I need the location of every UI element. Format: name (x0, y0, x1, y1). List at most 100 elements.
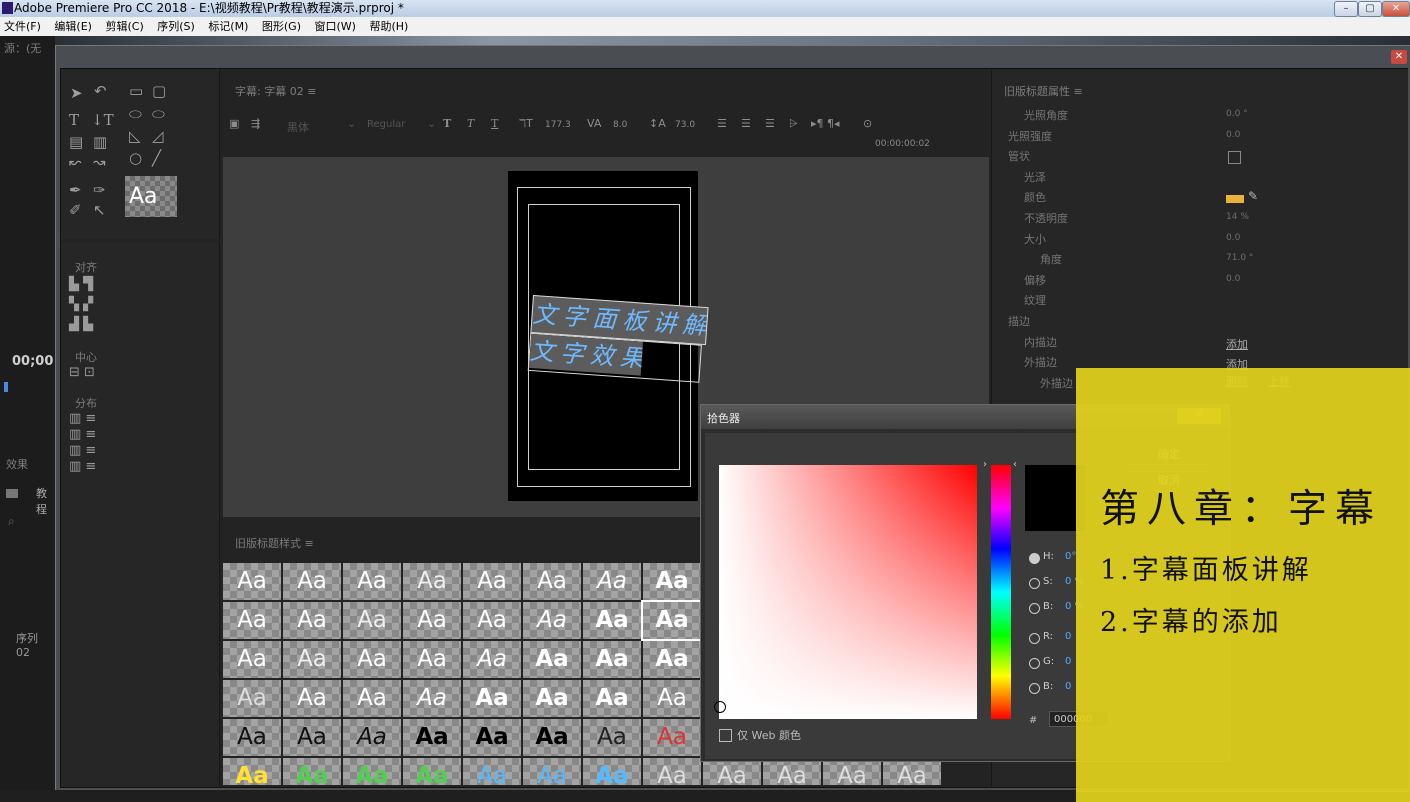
kerning-value[interactable]: 8.0 (613, 120, 627, 130)
playhead-icon[interactable] (4, 382, 8, 392)
paragraph-icon[interactable]: ▸¶ ¶◂ (811, 117, 840, 130)
property-value[interactable]: 0.0 (1226, 274, 1240, 284)
channel-value[interactable]: 0 (1065, 656, 1071, 667)
align-center-icon[interactable]: ☰ (741, 117, 751, 130)
channel-radio[interactable] (1029, 578, 1040, 589)
title-style-swatch[interactable]: Aa (583, 563, 641, 600)
font-dropdown-icon[interactable]: ⌄ (347, 117, 356, 130)
line-tool-icon[interactable]: ╱ (152, 149, 161, 167)
title-style-swatch[interactable]: Aa (883, 758, 941, 785)
text-line-2[interactable]: 文字效果 (528, 333, 644, 376)
align-buttons[interactable]: ▙ ▜ ▚ ▞ ▟ ▙ (69, 275, 93, 335)
delete-anchor-tool-icon[interactable]: ✐ (69, 201, 82, 219)
title-style-swatch[interactable]: Aa (403, 719, 461, 756)
title-properties-tab[interactable]: 旧版标题属性 (1004, 85, 1070, 98)
title-style-swatch[interactable]: Aa (523, 563, 581, 600)
title-style-swatch[interactable]: Aa (643, 719, 701, 756)
title-style-swatch[interactable]: Aa (463, 563, 521, 600)
title-style-swatch[interactable]: Aa (223, 602, 281, 639)
title-style-swatch[interactable]: Aa (523, 719, 581, 756)
title-style-swatch[interactable]: Aa (523, 641, 581, 678)
title-style-swatch[interactable]: Aa (343, 680, 401, 717)
title-style-swatch[interactable]: Aa (223, 719, 281, 756)
title-style-swatch[interactable]: Aa (403, 602, 461, 639)
channel-value[interactable]: 0 (1065, 631, 1071, 642)
title-style-swatch[interactable]: Aa (283, 719, 341, 756)
text-objects[interactable]: 文字面板讲解 文字效果 (527, 294, 709, 387)
add-anchor-tool-icon[interactable]: ✑ (93, 181, 106, 199)
font-size-value[interactable]: 177.3 (545, 120, 571, 130)
circle-tool-icon[interactable]: ○ (129, 149, 142, 167)
menu-help[interactable]: 帮助(H) (369, 20, 408, 33)
property-value[interactable]: 0.0 (1226, 130, 1240, 140)
property-value[interactable]: 0.0 (1226, 233, 1240, 243)
menu-window[interactable]: 窗口(W) (315, 20, 356, 33)
align-left-icon[interactable]: ☰ (717, 117, 727, 130)
title-style-swatch[interactable]: Aa (223, 680, 281, 717)
maximize-icon[interactable]: ▢ (1358, 1, 1382, 17)
sequence-label[interactable]: 序列 02 (16, 630, 55, 659)
effects-tab[interactable]: 效果 (6, 456, 28, 472)
menu-graphics[interactable]: 图形(G) (262, 20, 301, 33)
menu-sequence[interactable]: 序列(S) (157, 20, 195, 33)
title-style-swatch[interactable]: Aa (643, 563, 701, 600)
menu-clip[interactable]: 剪辑(C) (105, 20, 143, 33)
saturation-brightness-field[interactable] (714, 465, 977, 719)
toolbar-timecode[interactable]: 00:00:00:02 (875, 139, 930, 149)
channel-radio[interactable] (1029, 633, 1040, 644)
selection-tool-icon[interactable]: ➤ (70, 84, 83, 102)
channel-radio[interactable] (1029, 603, 1040, 614)
title-style-swatch[interactable]: Aa (463, 641, 521, 678)
menu-edit[interactable]: 编辑(E) (54, 20, 92, 33)
title-style-swatch[interactable]: Aa (403, 680, 461, 717)
property-value[interactable]: 71.0 ° (1226, 253, 1253, 263)
color-cursor-icon[interactable] (714, 701, 726, 713)
channel-radio[interactable] (1029, 553, 1040, 564)
title-style-swatch[interactable]: Aa (523, 680, 581, 717)
title-style-swatch[interactable]: Aa (283, 758, 341, 785)
properties-menu-icon[interactable]: ≡ (1074, 85, 1083, 98)
title-style-swatch[interactable]: Aa (703, 758, 761, 785)
title-style-swatch[interactable]: Aa (223, 641, 281, 678)
source-tab[interactable]: 源：(无 (4, 40, 41, 56)
title-style-swatch[interactable]: Aa (223, 563, 281, 600)
search-icon[interactable]: ⌕ (8, 514, 15, 529)
title-styles-tab[interactable]: 旧版标题样式 (235, 537, 301, 550)
title-style-swatch[interactable]: Aa (583, 602, 641, 639)
title-style-swatch[interactable]: Aa (583, 719, 641, 756)
channel-radio[interactable] (1029, 658, 1040, 669)
title-style-swatch[interactable]: Aa (343, 602, 401, 639)
title-style-swatch[interactable]: Aa (641, 600, 703, 641)
title-style-swatch[interactable]: Aa (643, 758, 701, 785)
title-style-swatch[interactable]: Aa (643, 641, 701, 678)
title-style-swatch[interactable]: Aa (223, 758, 281, 785)
italic-icon[interactable]: T (467, 117, 474, 130)
channel-value[interactable]: 0° (1065, 551, 1076, 562)
title-style-swatch[interactable]: Aa (823, 758, 881, 785)
title-style-swatch[interactable]: Aa (463, 758, 521, 785)
title-style-swatch[interactable]: Aa (343, 719, 401, 756)
menu-marker[interactable]: 标记(M) (208, 20, 248, 33)
show-video-icon[interactable]: ⊙ (863, 117, 872, 130)
font-family-select[interactable]: 黑体 (287, 119, 309, 135)
title-style-swatch[interactable]: Aa (403, 641, 461, 678)
panel-menu-icon[interactable]: ≡ (307, 85, 316, 98)
ellipse-tool-icon[interactable]: ⬭ (152, 105, 165, 123)
property-value[interactable]: 14 % (1226, 212, 1249, 222)
property-value[interactable]: 添加 (1226, 336, 1248, 352)
title-style-swatch[interactable]: Aa (583, 680, 641, 717)
clipped-rect-tool-icon[interactable]: ⬭ (129, 105, 142, 123)
tube-checkbox[interactable] (1228, 151, 1241, 164)
title-editor-tab[interactable]: 字幕: 字幕 02 (235, 85, 304, 98)
title-style-swatch[interactable]: Aa (283, 563, 341, 600)
title-style-swatch[interactable]: Aa (343, 758, 401, 785)
title-style-swatch[interactable]: Aa (403, 563, 461, 600)
title-style-swatch[interactable]: Aa (343, 641, 401, 678)
web-only-checkbox[interactable] (719, 729, 732, 742)
video-frame[interactable]: 文字面板讲解 文字效果 (508, 171, 709, 501)
close-icon[interactable]: ✕ (1382, 1, 1410, 17)
property-value[interactable]: 0.0 ° (1226, 109, 1248, 119)
title-style-swatch[interactable]: Aa (583, 641, 641, 678)
styles-menu-icon[interactable]: ≡ (305, 537, 314, 550)
title-style-swatch[interactable]: Aa (463, 719, 521, 756)
